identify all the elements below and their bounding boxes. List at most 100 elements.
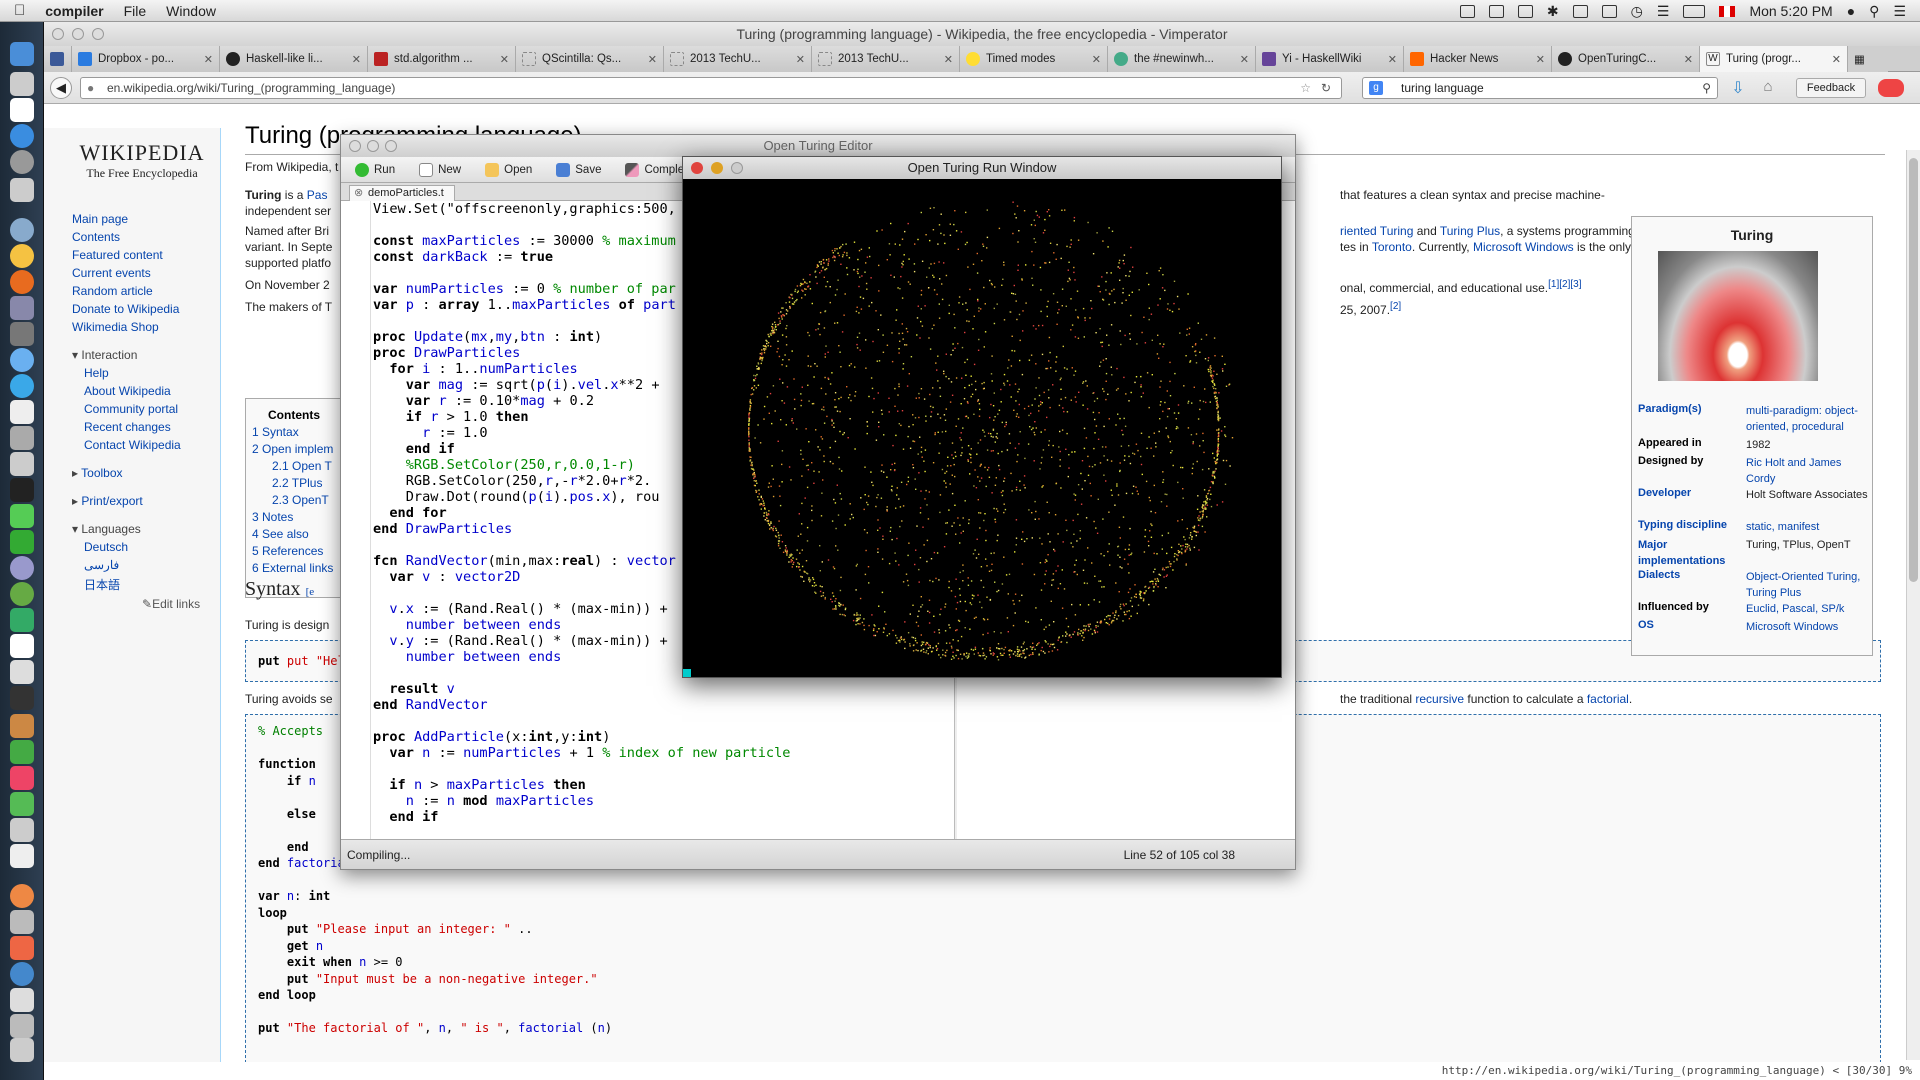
particle-canvas[interactable] (683, 179, 1281, 677)
app-icon[interactable] (10, 936, 34, 960)
new-button[interactable]: New (409, 162, 471, 177)
back-button[interactable]: ◀ (50, 77, 72, 99)
menu-file[interactable]: File (124, 3, 147, 19)
browser-tab[interactable]: Yi - HaskellWiki ✕ (1256, 46, 1404, 72)
firefox-icon[interactable] (10, 270, 34, 294)
sidebar-print-export[interactable]: ▸ Print/export (72, 494, 222, 508)
sidebar-current-events[interactable]: Current events (72, 266, 222, 280)
spotlight-icon[interactable]: ⚲ (1869, 3, 1879, 20)
minimize-button[interactable] (711, 162, 723, 174)
browser-tab[interactable]: 2013 TechU... ✕ (664, 46, 812, 72)
feedback-button[interactable]: Feedback (1796, 78, 1866, 98)
sidebar-recent-changes[interactable]: Recent changes (84, 420, 222, 434)
close-tab-icon[interactable]: ✕ (1240, 53, 1249, 66)
status-icon[interactable] (1488, 4, 1504, 18)
close-tab-icon[interactable]: ✕ (1388, 53, 1397, 66)
toc-item[interactable]: 1 Syntax (252, 425, 336, 439)
app-icon[interactable] (10, 150, 34, 174)
app-icon[interactable] (10, 178, 34, 202)
minimize-button[interactable] (367, 140, 379, 152)
sidebar-toolbox[interactable]: ▸ Toolbox (72, 466, 222, 480)
app-icon[interactable] (10, 634, 34, 658)
app-icon[interactable] (10, 962, 34, 986)
flag-icon[interactable] (1719, 5, 1736, 17)
close-button[interactable] (691, 162, 703, 174)
sidebar-help[interactable]: Help (84, 366, 222, 380)
app-icon[interactable] (10, 244, 34, 268)
terminal-icon[interactable] (10, 478, 34, 502)
toc-item[interactable]: 2.3 OpenT (272, 493, 336, 507)
zoom-button[interactable] (92, 28, 104, 40)
sidebar-about[interactable]: About Wikipedia (84, 384, 222, 398)
link[interactable]: Toronto (1372, 240, 1412, 254)
chrome-icon[interactable] (10, 218, 34, 242)
download-icon[interactable]: ⇩ (1726, 78, 1750, 98)
list-icon[interactable]: ☰ (1893, 3, 1906, 20)
close-tab-icon[interactable]: ✕ (1536, 53, 1545, 66)
close-button[interactable] (349, 140, 361, 152)
status-icon[interactable] (1601, 4, 1617, 18)
menu-window[interactable]: Window (166, 3, 216, 19)
finder-icon[interactable] (10, 42, 34, 66)
app-icon[interactable] (10, 608, 34, 632)
trash-icon[interactable] (10, 1038, 34, 1062)
app-icon[interactable] (10, 426, 34, 450)
app-icon[interactable] (10, 660, 34, 684)
status-icon[interactable] (1459, 4, 1475, 18)
app-icon[interactable] (10, 818, 34, 842)
zoom-button[interactable] (731, 162, 743, 174)
sidebar-donate[interactable]: Donate to Wikipedia (72, 302, 222, 316)
app-icon[interactable] (10, 72, 34, 96)
app-icon[interactable] (10, 1014, 34, 1038)
file-tab[interactable]: ⊗ demoParticles.t (349, 185, 455, 201)
app-icon[interactable] (10, 452, 34, 476)
app-icon[interactable] (10, 296, 34, 320)
citation-link[interactable]: [1][2][3] (1548, 279, 1581, 290)
link[interactable]: Microsoft Windows (1473, 240, 1574, 254)
home-icon[interactable]: ⌂ (1756, 78, 1780, 98)
app-icon[interactable] (10, 844, 34, 868)
toc-item[interactable]: 5 References (252, 544, 336, 558)
close-tab-icon[interactable]: ✕ (944, 53, 953, 66)
link[interactable]: recursive (1415, 692, 1464, 706)
close-tab-icon[interactable]: ✕ (500, 53, 509, 66)
language-link[interactable]: فارسی (84, 558, 222, 572)
bluetooth-icon[interactable]: ✱ (1547, 3, 1559, 20)
browser-tab[interactable]: QScintilla: Qs... ✕ (516, 46, 664, 72)
app-icon[interactable] (10, 530, 34, 554)
zoom-button[interactable] (385, 140, 397, 152)
close-tab-icon[interactable]: ⊗ (354, 186, 363, 201)
user-icon[interactable]: ● (1847, 3, 1855, 19)
sidebar-interaction-heading[interactable]: ▾ Interaction (72, 348, 222, 362)
time-machine-icon[interactable]: ◷ (1631, 3, 1643, 20)
sidebar-community[interactable]: Community portal (84, 402, 222, 416)
toc-item[interactable]: 2.2 TPlus (272, 476, 336, 490)
safari-icon[interactable] (10, 124, 34, 148)
app-icon[interactable] (10, 910, 34, 934)
sidebar-languages-heading[interactable]: ▾ Languages (72, 522, 222, 536)
browser-tab[interactable]: Dropbox - po... ✕ (72, 46, 220, 72)
sidebar-contents[interactable]: Contents (72, 230, 222, 244)
app-icon[interactable] (10, 686, 34, 710)
wifi-icon[interactable]: ☰ (1657, 3, 1670, 20)
browser-tab[interactable]: the #newinwh... ✕ (1108, 46, 1256, 72)
scrollbar-thumb[interactable] (1909, 158, 1918, 582)
toc-item[interactable]: 3 Notes (252, 510, 336, 524)
search-icon[interactable]: ⚲ (1702, 78, 1711, 98)
apple-icon[interactable]:  (14, 2, 25, 19)
close-tab-icon[interactable]: ✕ (204, 53, 213, 66)
browser-tab[interactable]: 2013 TechU... ✕ (812, 46, 960, 72)
app-icon[interactable] (10, 556, 34, 580)
link[interactable]: Pas (307, 188, 328, 202)
wikipedia-logo[interactable]: WIKIPEDIA The Free Encyclopedia (72, 140, 212, 181)
bookmark-star-icon[interactable]: ☆ (1300, 78, 1311, 98)
browser-tab[interactable]: Hacker News ✕ (1404, 46, 1552, 72)
save-button[interactable]: Save (546, 162, 611, 177)
reload-icon[interactable]: ↻ (1321, 78, 1331, 98)
language-link[interactable]: 日本語 (84, 576, 222, 593)
browser-tab[interactable]: Timed modes ✕ (960, 46, 1108, 72)
toc-item[interactable]: 4 See also (252, 527, 336, 541)
browser-tab[interactable]: OpenTuringC... ✕ (1552, 46, 1700, 72)
toc-item[interactable]: 2 Open implem (252, 442, 336, 456)
citation-link[interactable]: [2] (1390, 301, 1401, 312)
